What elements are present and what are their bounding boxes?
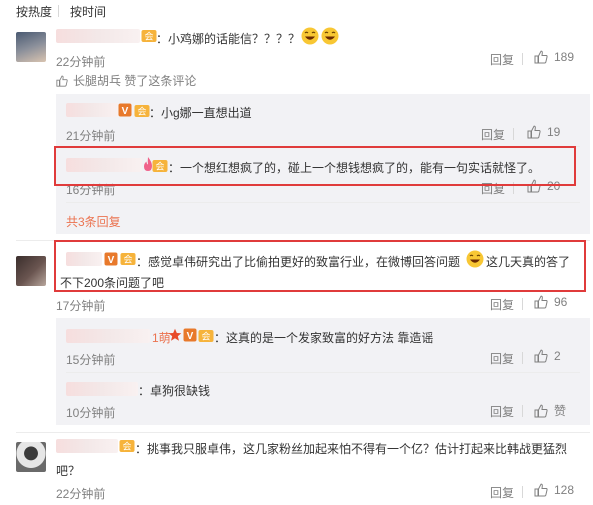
action-divider	[513, 128, 514, 140]
comment-3-like-count: 128	[554, 483, 575, 497]
sort-divider	[58, 5, 59, 17]
reply-2-2-like-button[interactable]: 赞	[534, 402, 566, 419]
highlight-box	[54, 146, 576, 186]
reply-2-1-like-count: 2	[554, 349, 561, 363]
reply-2-2-reply-button[interactable]: 回复	[490, 403, 514, 420]
vip-badge-icon: 会	[134, 104, 150, 118]
reply-1-1-time: 21分钟前	[66, 129, 116, 143]
commenter-1-name[interactable]	[56, 29, 140, 43]
action-divider	[522, 352, 523, 364]
comment-3-time: 22分钟前	[56, 487, 106, 501]
svg-text:会: 会	[122, 441, 131, 452]
comment-2-like-button[interactable]: 96	[534, 295, 567, 309]
comment-1-like-count: 189	[554, 50, 575, 64]
verified-v-icon: V	[118, 103, 132, 117]
thumbs-up-icon	[534, 483, 548, 497]
vip-badge-icon: 会	[141, 29, 157, 43]
liked-by-text: 长腿胡乓 赞了这条评论	[73, 74, 197, 88]
sort-hot-tab[interactable]: 按热度	[16, 3, 52, 20]
reply-separator	[66, 202, 580, 203]
reply-1-1-name[interactable]	[66, 103, 118, 117]
comment-3-text: ：挑事我只服卓伟，这几家粉丝加起来怕不得有一个亿？估计打起来比韩战更猛烈	[135, 442, 568, 456]
svg-text:会: 会	[201, 331, 210, 342]
reply-2-2-time: 10分钟前	[66, 406, 116, 420]
comment-2-like-count: 96	[554, 295, 568, 309]
comment-1-reply-button[interactable]: 回复	[490, 51, 514, 68]
reply-2-2-like-label: 赞	[554, 404, 567, 418]
reply-2-1-name[interactable]	[66, 329, 150, 343]
thumbs-up-icon	[527, 125, 541, 139]
laughing-emoji-icon	[301, 27, 319, 45]
vip-badge-icon: 会	[119, 439, 135, 453]
comment-1-text: ：小鸡娜的话能信？？？？	[156, 32, 301, 46]
action-divider	[522, 298, 523, 310]
thumbs-up-icon	[56, 75, 68, 87]
liked-by-row: 长腿胡乓 赞了这条评论	[56, 72, 196, 89]
reply-1-1-reply-button[interactable]: 回复	[481, 126, 505, 143]
comment-1-time: 22分钟前	[56, 55, 106, 69]
thumbs-up-icon	[534, 349, 548, 363]
star-badge-icon	[168, 328, 182, 342]
reply-1-1-like-count: 19	[547, 125, 561, 139]
sort-time-tab[interactable]: 按时间	[70, 3, 106, 20]
comment-separator	[16, 432, 590, 433]
reply-2-1-text: ：这真的是一个发家致富的好方法 靠造谣	[214, 331, 434, 345]
comment-1-like-button[interactable]: 189	[534, 50, 574, 64]
commenter-1-avatar[interactable]	[16, 32, 46, 62]
comment-3-like-button[interactable]: 128	[534, 483, 574, 497]
commenter-3-avatar[interactable]	[16, 442, 46, 472]
thumbs-up-icon	[534, 295, 548, 309]
reply-2-1-reply-button[interactable]: 回复	[490, 350, 514, 367]
action-divider	[522, 53, 523, 65]
comment-3-reply-button[interactable]: 回复	[490, 484, 514, 501]
action-divider	[522, 405, 523, 417]
reply-2-2-text: ：卓狗很缺钱	[138, 384, 211, 398]
commenter-2-avatar[interactable]	[16, 256, 46, 286]
action-divider	[522, 486, 523, 498]
more-replies-link[interactable]: 共3条回复	[66, 213, 121, 230]
thumbs-up-icon	[534, 404, 548, 418]
vip-badge-icon: 会	[198, 329, 214, 343]
svg-text:V: V	[187, 331, 194, 342]
verified-v-icon: V	[183, 328, 197, 342]
comment-2-reply-button[interactable]: 回复	[490, 296, 514, 313]
svg-text:V: V	[122, 106, 129, 117]
reply-2-1-like-button[interactable]: 2	[534, 349, 561, 363]
comment-2-time: 17分钟前	[56, 299, 106, 313]
reply-1-1-like-button[interactable]: 19	[527, 125, 560, 139]
reply-1-1-text: ：小g娜一直想出道	[149, 106, 252, 120]
reply-separator	[66, 372, 580, 373]
svg-text:会: 会	[137, 106, 146, 117]
highlight-box	[54, 240, 586, 292]
comment-3-text-line2: 吧？	[56, 464, 81, 478]
commenter-3-name[interactable]	[56, 439, 118, 453]
thumbs-up-icon	[534, 50, 548, 64]
svg-text:会: 会	[144, 31, 153, 42]
laughing-emoji-icon	[321, 27, 339, 45]
reply-2-1-time: 15分钟前	[66, 353, 116, 367]
reply-2-2-name[interactable]	[66, 382, 138, 396]
